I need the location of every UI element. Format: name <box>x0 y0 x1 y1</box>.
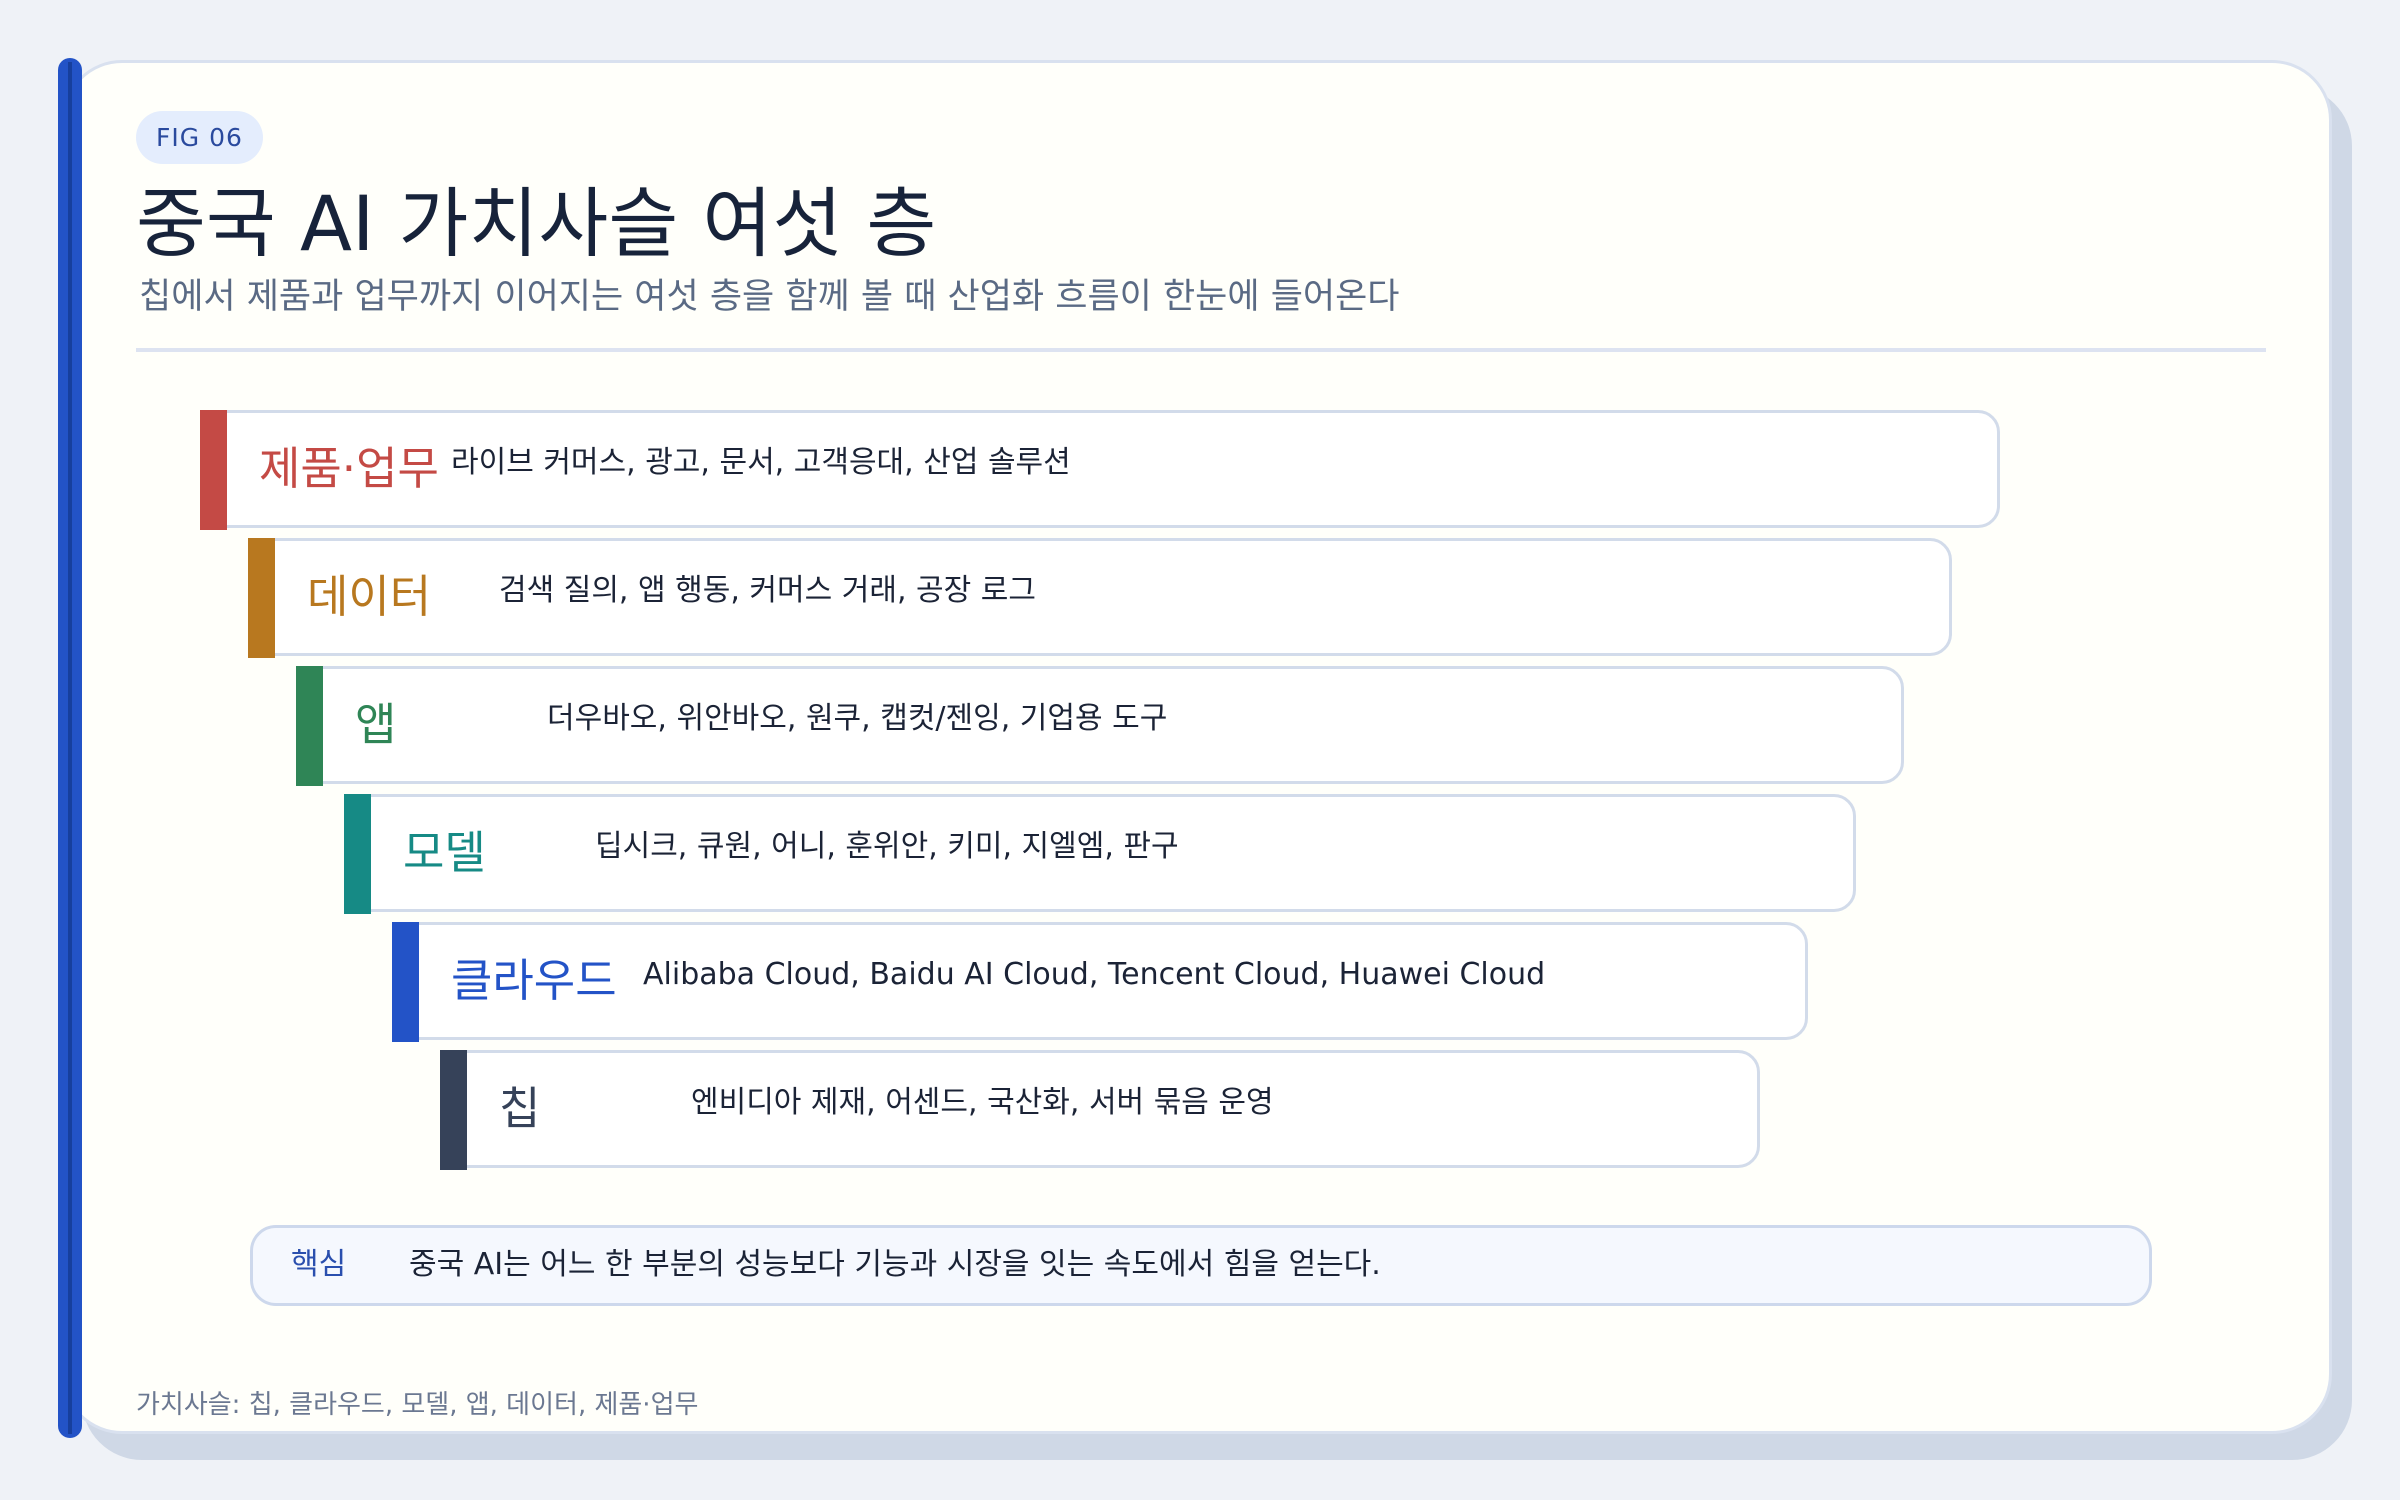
layer-color-bar <box>248 538 275 658</box>
figure-title: 중국 AI 가치사슬 여섯 층 <box>136 179 937 268</box>
layer-name: 모델 <box>403 826 486 879</box>
layer-cloud: 클라우드 Alibaba Cloud, Baidu AI Cloud, Tenc… <box>392 922 1808 1042</box>
layer-name: 앱 <box>355 698 397 751</box>
callout-message: 중국 AI는 어느 한 부분의 성능보다 기능과 시장을 잇는 속도에서 힘을 … <box>409 1247 1381 1282</box>
layer-description: Alibaba Cloud, Baidu AI Cloud, Tencent C… <box>643 957 1546 992</box>
layer-color-bar <box>392 922 419 1042</box>
footnote: 가치사슬: 칩, 클라우드, 모델, 앱, 데이터, 제품·업무 <box>136 1390 699 1420</box>
key-insight-callout: 핵심 중국 AI는 어느 한 부분의 성능보다 기능과 시장을 잇는 속도에서 … <box>250 1225 2152 1306</box>
accent-spine <box>58 58 82 1438</box>
figure-tag: FIG 06 <box>136 111 263 164</box>
layer-color-bar <box>344 794 371 914</box>
layer-description: 엔비디아 제재, 어센드, 국산화, 서버 묶음 운영 <box>691 1085 1274 1120</box>
layer-product-work: 제품·업무 라이브 커머스, 광고, 문서, 고객응대, 산업 솔루션 <box>200 410 2000 530</box>
layer-data: 데이터 검색 질의, 앱 행동, 커머스 거래, 공장 로그 <box>248 538 1952 658</box>
layer-name: 제품·업무 <box>259 442 439 495</box>
layer-app: 앱 더우바오, 위안바오, 원쿠, 캡컷/젠잉, 기업용 도구 <box>296 666 1904 786</box>
layer-description: 더우바오, 위안바오, 원쿠, 캡컷/젠잉, 기업용 도구 <box>547 701 1168 736</box>
layer-color-bar <box>296 666 323 786</box>
layer-description: 라이브 커머스, 광고, 문서, 고객응대, 산업 솔루션 <box>451 445 1071 480</box>
layer-color-bar <box>440 1050 467 1170</box>
layer-name: 데이터 <box>307 570 432 623</box>
layer-color-bar <box>200 410 227 530</box>
layer-name: 클라우드 <box>451 954 617 1007</box>
layer-description: 딥시크, 큐원, 어니, 훈위안, 키미, 지엘엠, 판구 <box>595 829 1179 864</box>
layer-model: 모델 딥시크, 큐원, 어니, 훈위안, 키미, 지엘엠, 판구 <box>344 794 1856 914</box>
layer-name: 칩 <box>499 1082 541 1135</box>
callout-key-label: 핵심 <box>291 1247 347 1282</box>
layer-description: 검색 질의, 앱 행동, 커머스 거래, 공장 로그 <box>499 573 1036 608</box>
header-divider <box>136 348 2266 352</box>
layer-chip: 칩 엔비디아 제재, 어센드, 국산화, 서버 묶음 운영 <box>440 1050 1760 1170</box>
figure-subtitle: 칩에서 제품과 업무까지 이어지는 여섯 층을 함께 볼 때 산업화 흐름이 한… <box>139 277 1400 317</box>
